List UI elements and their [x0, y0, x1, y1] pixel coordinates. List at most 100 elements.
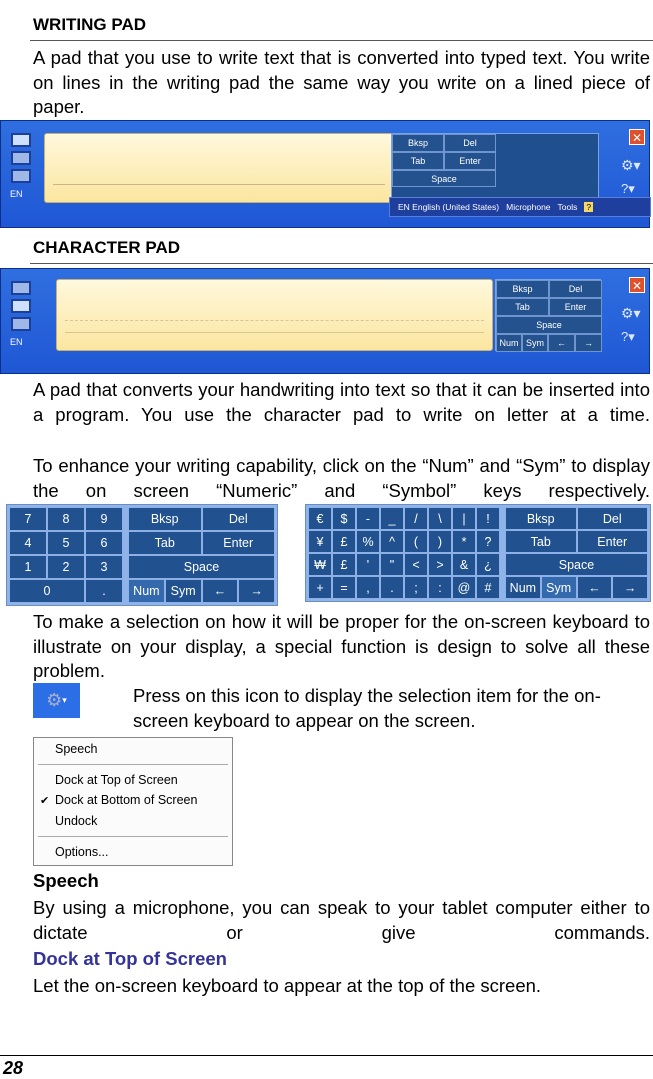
symbol-key[interactable]: < — [404, 553, 428, 576]
symbol-key[interactable]: / — [404, 507, 428, 530]
numeric-key[interactable]: 9 — [85, 507, 123, 531]
sym-key[interactable]: Sym — [540, 576, 577, 599]
num-key[interactable]: Num — [128, 579, 165, 603]
gear-icon[interactable]: ⚙▾ — [33, 683, 80, 718]
numeric-key[interactable]: 8 — [47, 507, 85, 531]
symbol-key[interactable]: ! — [476, 507, 500, 530]
bksp-key[interactable]: Bksp — [128, 507, 202, 531]
symbol-key[interactable]: \ — [428, 507, 452, 530]
tools-button[interactable]: Tools — [558, 202, 578, 212]
symbol-key[interactable]: " — [380, 553, 404, 576]
help-icon[interactable]: ? — [584, 202, 594, 212]
symbol-key[interactable]: : — [428, 576, 452, 599]
symbol-key[interactable]: % — [356, 530, 380, 553]
symbol-key[interactable]: ' — [356, 553, 380, 576]
symbol-key[interactable]: , — [356, 576, 380, 599]
keyboard-mode-icon[interactable] — [11, 317, 31, 331]
space-key[interactable]: Space — [128, 555, 275, 579]
symbol-key[interactable]: £ — [332, 530, 356, 553]
symbol-key[interactable]: £ — [332, 553, 356, 576]
symbol-key[interactable]: ¿ — [476, 553, 500, 576]
tab-key[interactable]: Tab — [392, 152, 444, 170]
bksp-key[interactable]: Bksp — [505, 507, 577, 530]
space-key[interactable]: Space — [392, 170, 496, 187]
enter-key[interactable]: Enter — [549, 298, 602, 316]
help-icon[interactable]: ?▾ — [621, 329, 635, 345]
symbol-key[interactable]: * — [452, 530, 476, 553]
menu-item-dock-top[interactable]: Dock at Top of Screen — [55, 773, 178, 787]
sym-key[interactable]: Sym — [522, 334, 548, 352]
menu-item-options[interactable]: Options... — [55, 845, 109, 859]
symbol-key[interactable]: | — [452, 507, 476, 530]
tab-key[interactable]: Tab — [128, 531, 202, 555]
numeric-key[interactable]: 7 — [9, 507, 47, 531]
del-key[interactable]: Del — [444, 134, 496, 152]
space-key[interactable]: Space — [505, 553, 648, 576]
enter-key[interactable]: Enter — [444, 152, 496, 170]
-key[interactable]: ← — [576, 576, 613, 599]
numeric-key[interactable]: 3 — [85, 555, 123, 579]
symbol-key[interactable]: ? — [476, 530, 500, 553]
-key[interactable]: → — [612, 576, 648, 599]
symbol-key[interactable]: > — [428, 553, 452, 576]
bksp-key[interactable]: Bksp — [496, 280, 549, 298]
character-writing-area[interactable] — [56, 279, 493, 351]
del-key[interactable]: Del — [201, 507, 275, 531]
symbol-key[interactable]: & — [452, 553, 476, 576]
menu-item-undock[interactable]: Undock — [55, 814, 97, 828]
numeric-key[interactable]: 4 — [9, 531, 47, 555]
menu-item-dock-bottom[interactable]: Dock at Bottom of Screen — [55, 793, 197, 807]
space-key[interactable]: Space — [496, 316, 602, 334]
bksp-key[interactable]: Bksp — [392, 134, 444, 152]
symbol-key[interactable]: ₩ — [308, 553, 332, 576]
numeric-key[interactable]: 2 — [47, 555, 85, 579]
numeric-key[interactable]: 6 — [85, 531, 123, 555]
del-key[interactable]: Del — [576, 507, 648, 530]
symbol-key[interactable]: € — [308, 507, 332, 530]
tab-key[interactable]: Tab — [505, 530, 577, 553]
character-pad-mode-icon[interactable] — [11, 151, 31, 165]
symbol-key[interactable]: . — [380, 576, 404, 599]
right-arrow-key[interactable]: → — [575, 334, 602, 352]
del-key[interactable]: Del — [549, 280, 602, 298]
numeric-key[interactable]: 1 — [9, 555, 47, 579]
language-indicator[interactable]: EN — [10, 189, 23, 199]
symbol-key[interactable]: _ — [380, 507, 404, 530]
writing-pad-mode-icon[interactable] — [11, 133, 31, 147]
symbol-key[interactable]: ; — [404, 576, 428, 599]
symbol-key[interactable]: # — [476, 576, 500, 599]
symbol-key[interactable]: ^ — [380, 530, 404, 553]
-key[interactable]: → — [238, 579, 275, 603]
microphone-button[interactable]: Microphone — [506, 202, 550, 212]
numeric-key[interactable]: 0 — [9, 579, 85, 603]
character-pad-mode-icon[interactable] — [11, 299, 31, 313]
writing-pad-mode-icon[interactable] — [11, 281, 31, 295]
symbol-key[interactable]: ( — [404, 530, 428, 553]
keyboard-mode-icon[interactable] — [11, 169, 31, 183]
numeric-key[interactable]: . — [85, 579, 123, 603]
gear-icon[interactable]: ⚙▾ — [621, 305, 641, 322]
symbol-key[interactable]: ) — [428, 530, 452, 553]
close-icon[interactable]: ✕ — [629, 129, 645, 145]
language-selector[interactable]: EN English (United States) — [398, 202, 499, 212]
close-icon[interactable]: ✕ — [629, 277, 645, 293]
enter-key[interactable]: Enter — [576, 530, 648, 553]
symbol-key[interactable]: @ — [452, 576, 476, 599]
sym-key[interactable]: Sym — [164, 579, 202, 603]
gear-icon[interactable]: ⚙▾ — [621, 157, 641, 174]
symbol-key[interactable]: + — [308, 576, 332, 599]
tab-key[interactable]: Tab — [496, 298, 549, 316]
-key[interactable]: ← — [201, 579, 239, 603]
menu-item-speech[interactable]: Speech — [55, 742, 97, 756]
writing-area[interactable] — [44, 133, 394, 203]
help-icon[interactable]: ?▾ — [621, 181, 635, 197]
symbol-key[interactable]: $ — [332, 507, 356, 530]
left-arrow-key[interactable]: ← — [548, 334, 575, 352]
symbol-key[interactable]: ¥ — [308, 530, 332, 553]
symbol-key[interactable]: = — [332, 576, 356, 599]
symbol-key[interactable]: - — [356, 507, 380, 530]
num-key[interactable]: Num — [496, 334, 522, 352]
num-key[interactable]: Num — [505, 576, 541, 599]
enter-key[interactable]: Enter — [201, 531, 275, 555]
language-indicator[interactable]: EN — [10, 337, 23, 347]
